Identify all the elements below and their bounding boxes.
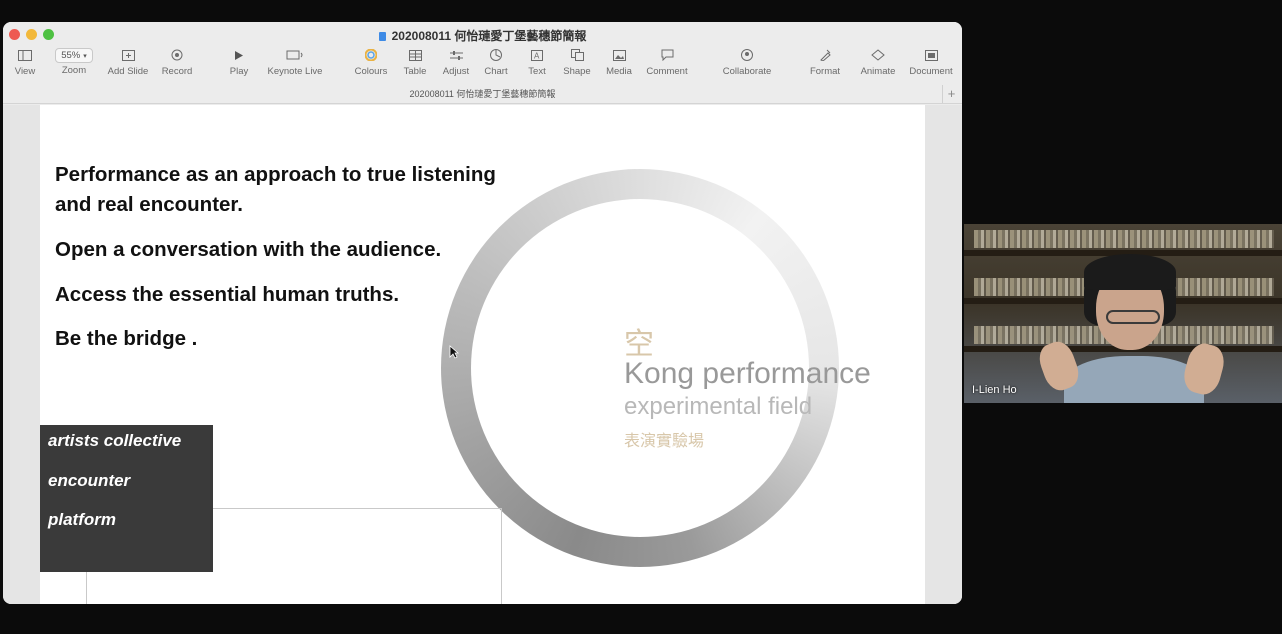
add-slide-label: Add Slide	[107, 66, 149, 77]
person-torso	[1064, 356, 1204, 403]
slide-text-line-4[interactable]: Access the essential human truths.	[55, 280, 399, 310]
adjust-label: Adjust	[442, 66, 470, 77]
slide-canvas: Performance as an approach to true liste…	[3, 105, 962, 604]
chart-icon	[482, 46, 510, 64]
keynote-live-label: Keynote Live	[267, 66, 323, 77]
window-title-text: 202008011 何怡璉愛丁堡藝穗節簡報	[391, 29, 587, 43]
collaborate-label: Collaborate	[722, 66, 772, 77]
view-icon	[13, 46, 37, 64]
animate-button[interactable]: Animate	[858, 46, 898, 77]
chart-button[interactable]: Chart	[482, 46, 510, 77]
format-button[interactable]: Format	[808, 46, 842, 77]
play-label: Play	[229, 66, 249, 77]
bookshelf-books	[974, 230, 1274, 248]
participant-name: I-Lien Ho	[972, 384, 1017, 396]
animate-label: Animate	[860, 66, 896, 77]
desktop-background: 202008011 何怡璉愛丁堡藝穗節簡報 View 55% ▾ Zoom Add…	[0, 0, 1282, 634]
zoom-control[interactable]: 55% ▾ Zoom	[53, 46, 95, 76]
table-button[interactable]: Table	[402, 46, 428, 77]
titlebar: 202008011 何怡璉愛丁堡藝穗節簡報 View 55% ▾ Zoom Add…	[3, 22, 962, 104]
slide-text-line-3[interactable]: Open a conversation with the audience.	[55, 235, 441, 265]
shape-label: Shape	[563, 66, 591, 77]
media-icon	[604, 46, 634, 64]
document-label: Document	[909, 66, 953, 77]
current-slide[interactable]: Performance as an approach to true liste…	[40, 105, 925, 604]
document-tab[interactable]: 202008011 何怡璉愛丁堡藝穗節簡報	[3, 85, 962, 103]
keyword-item-1: artists collective	[48, 431, 182, 450]
slide-text-line-2[interactable]: and real encounter.	[55, 190, 243, 220]
text-button[interactable]: A Text	[526, 46, 548, 77]
colours-button[interactable]: Colours	[353, 46, 389, 77]
format-label: Format	[809, 66, 841, 77]
zoom-label: Zoom	[61, 65, 87, 76]
comment-icon	[645, 46, 689, 64]
slide-text-line-5[interactable]: Be the bridge .	[55, 324, 197, 354]
record-button[interactable]: Record	[160, 46, 194, 77]
kong-subtitle: experimental field	[624, 393, 813, 420]
adjust-button[interactable]: Adjust	[440, 46, 472, 77]
adjust-icon	[440, 46, 472, 64]
zoom-select[interactable]: 55% ▾	[55, 48, 93, 63]
text-icon: A	[526, 46, 548, 64]
keynote-live-button[interactable]: Keynote Live	[266, 46, 324, 77]
comment-label: Comment	[646, 66, 688, 77]
keynote-live-icon	[266, 46, 324, 64]
mouse-cursor-icon	[449, 345, 459, 359]
record-icon	[160, 46, 194, 64]
add-slide-button[interactable]: Add Slide	[106, 46, 150, 77]
window-title: 202008011 何怡璉愛丁堡藝穗節簡報	[3, 27, 962, 44]
toolbar: View 55% ▾ Zoom Add Slide Record Play Ke…	[3, 46, 962, 80]
document-icon	[906, 46, 956, 64]
text-label: Text	[528, 66, 546, 77]
keyword-item-2: encounter	[48, 471, 131, 490]
media-button[interactable]: Media	[604, 46, 634, 77]
participant-video-tile[interactable]: I-Lien Ho	[964, 224, 1282, 403]
slide-text-line-1[interactable]: Performance as an approach to true liste…	[55, 160, 496, 190]
chart-label: Chart	[484, 66, 508, 77]
keyword-item-3: platform	[48, 510, 116, 529]
view-button[interactable]: View	[13, 46, 37, 77]
chevron-down-icon: ▾	[83, 52, 87, 60]
table-icon	[402, 46, 428, 64]
kong-subtitle-chinese: 表演實驗場	[624, 431, 705, 450]
keynote-window: 202008011 何怡璉愛丁堡藝穗節簡報 View 55% ▾ Zoom Add…	[3, 22, 962, 604]
colours-label: Colours	[354, 66, 388, 77]
format-icon	[808, 46, 842, 64]
kong-title: Kong performance	[624, 357, 871, 390]
shape-icon	[562, 46, 592, 64]
new-tab-button[interactable]: +	[942, 85, 960, 103]
add-slide-icon	[106, 46, 150, 64]
collaborate-icon	[719, 46, 775, 64]
table-label: Table	[403, 66, 427, 77]
play-icon	[229, 46, 249, 64]
comment-button[interactable]: Comment	[645, 46, 689, 77]
colours-icon	[353, 46, 389, 64]
animate-icon	[858, 46, 898, 64]
svg-text:A: A	[534, 51, 540, 60]
keyword-box[interactable]: artists collective encounter platform	[40, 425, 213, 572]
shape-button[interactable]: Shape	[562, 46, 592, 77]
document-button[interactable]: Document	[906, 46, 956, 77]
person-bangs	[1084, 254, 1176, 290]
glasses-icon	[1106, 310, 1160, 324]
frame-right-line	[501, 508, 502, 604]
zoom-value: 55%	[61, 50, 81, 61]
keynote-doc-icon	[378, 32, 386, 41]
play-button[interactable]: Play	[229, 46, 249, 77]
collaborate-button[interactable]: Collaborate	[719, 46, 775, 77]
record-label: Record	[161, 66, 193, 77]
media-label: Media	[606, 66, 632, 77]
view-label: View	[14, 66, 36, 77]
